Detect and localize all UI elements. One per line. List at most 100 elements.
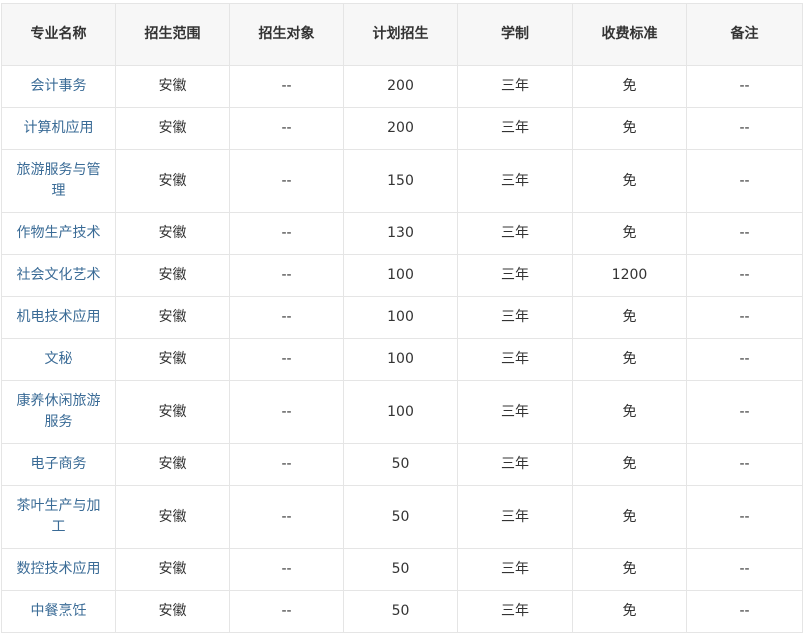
scope-cell: 安徽 — [115, 212, 230, 255]
scope-cell: 安徽 — [115, 65, 230, 108]
note-cell: -- — [686, 296, 803, 339]
plan-cell: 200 — [343, 65, 458, 108]
major-link[interactable]: 作物生产技术 — [1, 212, 116, 255]
table-row: 机电技术应用 安徽 -- 100 三年 免 -- — [1, 296, 803, 339]
target-cell: -- — [229, 296, 344, 339]
note-cell: -- — [686, 485, 803, 549]
note-cell: -- — [686, 212, 803, 255]
years-cell: 三年 — [457, 296, 573, 339]
plan-cell: 200 — [343, 107, 458, 150]
scope-cell: 安徽 — [115, 296, 230, 339]
table-row: 社会文化艺术 安徽 -- 100 三年 1200 -- — [1, 254, 803, 297]
scope-cell: 安徽 — [115, 107, 230, 150]
years-cell: 三年 — [457, 338, 573, 381]
header-note: 备注 — [686, 3, 803, 66]
table-row: 电子商务 安徽 -- 50 三年 免 -- — [1, 443, 803, 486]
major-link[interactable]: 电子商务 — [1, 443, 116, 486]
major-link[interactable]: 机电技术应用 — [1, 296, 116, 339]
target-cell: -- — [229, 65, 344, 108]
plan-cell: 100 — [343, 338, 458, 381]
plan-cell: 50 — [343, 548, 458, 591]
years-cell: 三年 — [457, 443, 573, 486]
table-row: 中餐烹饪 安徽 -- 50 三年 免 -- — [1, 590, 803, 633]
years-cell: 三年 — [457, 107, 573, 150]
table-row: 作物生产技术 安徽 -- 130 三年 免 -- — [1, 212, 803, 255]
target-cell: -- — [229, 107, 344, 150]
header-years: 学制 — [457, 3, 573, 66]
scope-cell: 安徽 — [115, 338, 230, 381]
plan-cell: 50 — [343, 485, 458, 549]
fee-cell: 免 — [572, 380, 687, 444]
major-link[interactable]: 文秘 — [1, 338, 116, 381]
major-link[interactable]: 旅游服务与管理 — [1, 149, 116, 213]
target-cell: -- — [229, 254, 344, 297]
table-row: 数控技术应用 安徽 -- 50 三年 免 -- — [1, 548, 803, 591]
fee-cell: 免 — [572, 485, 687, 549]
table-row: 计算机应用 安徽 -- 200 三年 免 -- — [1, 107, 803, 150]
header-plan: 计划招生 — [343, 3, 458, 66]
fee-cell: 免 — [572, 590, 687, 633]
years-cell: 三年 — [457, 590, 573, 633]
header-row: 专业名称 招生范围 招生对象 计划招生 学制 收费标准 备注 — [1, 3, 803, 66]
target-cell: -- — [229, 380, 344, 444]
major-link[interactable]: 茶叶生产与加工 — [1, 485, 116, 549]
years-cell: 三年 — [457, 149, 573, 213]
scope-cell: 安徽 — [115, 548, 230, 591]
major-link[interactable]: 中餐烹饪 — [1, 590, 116, 633]
note-cell: -- — [686, 338, 803, 381]
target-cell: -- — [229, 485, 344, 549]
scope-cell: 安徽 — [115, 485, 230, 549]
target-cell: -- — [229, 548, 344, 591]
years-cell: 三年 — [457, 485, 573, 549]
major-link[interactable]: 社会文化艺术 — [1, 254, 116, 297]
table-row: 文秘 安徽 -- 100 三年 免 -- — [1, 338, 803, 381]
target-cell: -- — [229, 443, 344, 486]
note-cell: -- — [686, 380, 803, 444]
header-fee: 收费标准 — [572, 3, 687, 66]
plan-cell: 50 — [343, 443, 458, 486]
target-cell: -- — [229, 590, 344, 633]
target-cell: -- — [229, 212, 344, 255]
plan-cell: 50 — [343, 590, 458, 633]
note-cell: -- — [686, 254, 803, 297]
scope-cell: 安徽 — [115, 443, 230, 486]
note-cell: -- — [686, 590, 803, 633]
scope-cell: 安徽 — [115, 149, 230, 213]
target-cell: -- — [229, 149, 344, 213]
scope-cell: 安徽 — [115, 590, 230, 633]
fee-cell: 免 — [572, 338, 687, 381]
scope-cell: 安徽 — [115, 380, 230, 444]
plan-cell: 100 — [343, 254, 458, 297]
target-cell: -- — [229, 338, 344, 381]
fee-cell: 1200 — [572, 254, 687, 297]
plan-cell: 130 — [343, 212, 458, 255]
major-link[interactable]: 会计事务 — [1, 65, 116, 108]
plan-cell: 150 — [343, 149, 458, 213]
fee-cell: 免 — [572, 548, 687, 591]
fee-cell: 免 — [572, 212, 687, 255]
fee-cell: 免 — [572, 443, 687, 486]
plan-cell: 100 — [343, 380, 458, 444]
note-cell: -- — [686, 65, 803, 108]
major-link[interactable]: 康养休闲旅游服务 — [1, 380, 116, 444]
enrollment-table: 专业名称 招生范围 招生对象 计划招生 学制 收费标准 备注 会计事务 安徽 -… — [1, 3, 803, 633]
table-row: 旅游服务与管理 安徽 -- 150 三年 免 -- — [1, 149, 803, 213]
table-row: 茶叶生产与加工 安徽 -- 50 三年 免 -- — [1, 485, 803, 549]
scope-cell: 安徽 — [115, 254, 230, 297]
note-cell: -- — [686, 107, 803, 150]
years-cell: 三年 — [457, 548, 573, 591]
major-link[interactable]: 数控技术应用 — [1, 548, 116, 591]
fee-cell: 免 — [572, 296, 687, 339]
years-cell: 三年 — [457, 254, 573, 297]
header-target: 招生对象 — [229, 3, 344, 66]
major-link[interactable]: 计算机应用 — [1, 107, 116, 150]
fee-cell: 免 — [572, 107, 687, 150]
header-major: 专业名称 — [1, 3, 116, 66]
fee-cell: 免 — [572, 65, 687, 108]
header-scope: 招生范围 — [115, 3, 230, 66]
fee-cell: 免 — [572, 149, 687, 213]
note-cell: -- — [686, 548, 803, 591]
years-cell: 三年 — [457, 65, 573, 108]
years-cell: 三年 — [457, 212, 573, 255]
years-cell: 三年 — [457, 380, 573, 444]
